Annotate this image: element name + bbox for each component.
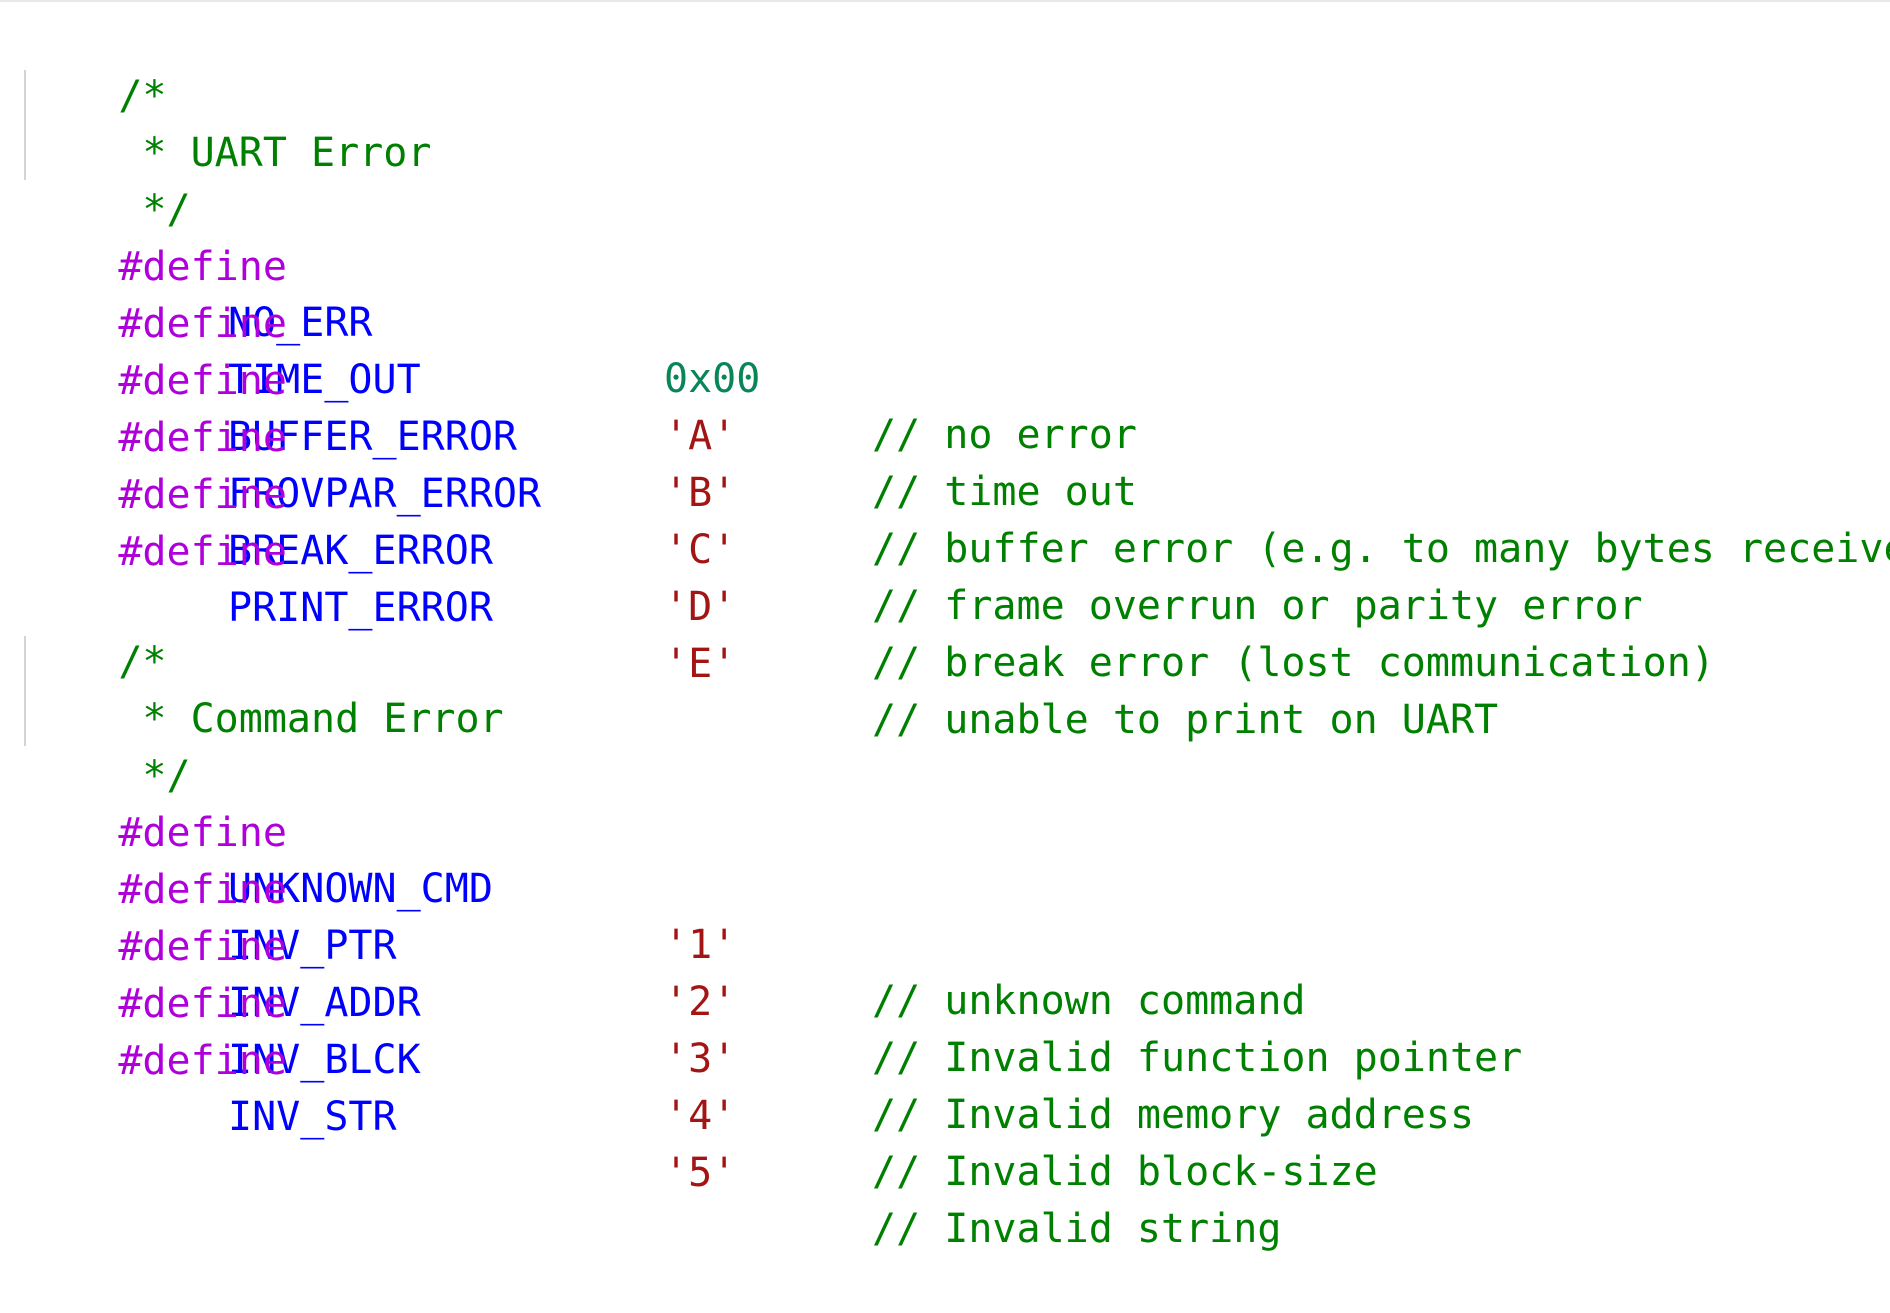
define-line[interactable]: #define INV_ADDR '3' // Invalid memory a… <box>22 863 1474 1138</box>
define-line[interactable]: #define BREAK_ERROR 'D' // break error (… <box>22 411 1715 686</box>
macro-name: INV_STR <box>228 1094 397 1140</box>
define-line[interactable]: #define FROVPAR_ERROR 'C' // frame overr… <box>22 354 1642 629</box>
macro-value: '3' <box>664 1036 737 1082</box>
define-line[interactable]: #define TIME_OUT 'A' // time out <box>22 240 1137 515</box>
line-comment: // Invalid string <box>872 1206 1282 1252</box>
macro-value: '5' <box>664 1150 737 1196</box>
macro-value: 'D' <box>664 584 737 630</box>
line-comment: // frame overrun or parity error <box>872 583 1643 629</box>
macro-value: '1' <box>664 922 737 968</box>
line-comment: // no error <box>872 412 1137 458</box>
macro-name: PRINT_ERROR <box>228 585 493 631</box>
line-comment: // time out <box>872 469 1137 515</box>
comment-title-line: * Command Error <box>22 635 503 742</box>
define-line[interactable]: #define INV_BLCK '4' // Invalid block-si… <box>22 920 1377 1195</box>
define-keyword: #define <box>118 1038 287 1084</box>
macro-value: 'C' <box>664 527 737 573</box>
line-comment: // unknown command <box>872 978 1306 1024</box>
line-comment: // unable to print on UART <box>872 697 1499 743</box>
line-comment: // buffer error (e.g. to many bytes rece… <box>872 526 1890 572</box>
comment-open-line: /* <box>22 578 166 685</box>
line-comment: // Invalid block-size <box>872 1149 1378 1195</box>
comment-close-line: */ <box>22 126 190 233</box>
comment-open-line: /* <box>22 12 166 119</box>
macro-value: 'A' <box>664 413 737 459</box>
define-line[interactable]: #define BUFFER_ERROR 'B' // buffer error… <box>22 297 1890 572</box>
define-line[interactable]: #define INV_STR '5' // Invalid string <box>22 977 1281 1252</box>
define-line[interactable]: #define INV_PTR '2' // Invalid function … <box>22 806 1522 1081</box>
macro-value: 'B' <box>664 470 737 516</box>
define-keyword: #define <box>118 529 287 575</box>
macro-value: '2' <box>664 979 737 1025</box>
line-comment: // Invalid function pointer <box>872 1035 1523 1081</box>
define-line[interactable]: #define UNKNOWN_CMD '1' // unknown comma… <box>22 749 1305 1024</box>
code-editor[interactable]: /* * UART Error */ #define NO_ERR 0x00 /… <box>0 0 1890 1252</box>
macro-value: 'E' <box>664 641 737 687</box>
define-line[interactable]: #define NO_ERR 0x00 // no error <box>22 183 1137 458</box>
comment-close-line: */ <box>22 692 190 799</box>
comment-title-line: * UART Error <box>22 69 431 176</box>
line-comment: // break error (lost communication) <box>872 640 1715 686</box>
macro-value: 0x00 <box>664 356 761 402</box>
line-comment: // Invalid memory address <box>872 1092 1475 1138</box>
define-line[interactable]: #define PRINT_ERROR 'E' // unable to pri… <box>22 468 1498 743</box>
macro-value: '4' <box>664 1093 737 1139</box>
